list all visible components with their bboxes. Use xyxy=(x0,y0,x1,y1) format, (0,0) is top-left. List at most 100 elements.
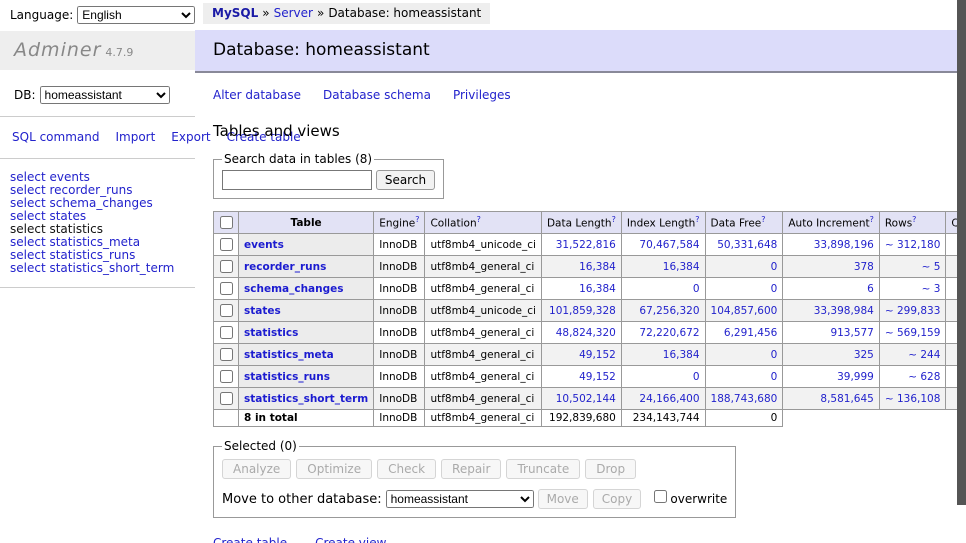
search-button[interactable]: Search xyxy=(376,170,435,190)
column-help-link[interactable]: ? xyxy=(695,215,699,224)
move-row: Move to other database: homeassistantMove… xyxy=(222,487,727,509)
content: Alter databaseDatabase schemaPrivileges … xyxy=(195,88,957,543)
collation-cell: utf8mb4_general_ci xyxy=(425,366,541,388)
column-header-label: Table xyxy=(291,217,322,229)
data-length-cell: 49,152 xyxy=(541,344,621,366)
rows-count-cell: ~ 244 xyxy=(879,344,946,366)
data-free-cell: 104,857,600 xyxy=(705,300,783,322)
breadcrumb-server-link[interactable]: Server xyxy=(274,6,313,20)
row-checkbox-statistics_runs[interactable] xyxy=(220,370,233,383)
table-row-statistics_meta: statistics_metaInnoDButf8mb4_general_ci4… xyxy=(214,344,966,366)
row-checkbox-recorder_runs[interactable] xyxy=(220,260,233,273)
index-length-cell: 67,256,320 xyxy=(621,300,705,322)
column-header-collation: Collation? xyxy=(425,212,541,234)
table-name-cell: statistics xyxy=(239,322,374,344)
breadcrumb-separator: » xyxy=(262,6,269,20)
column-help-link[interactable]: ? xyxy=(870,215,874,224)
table-header-row: TableEngine?Collation?Data Length?Index … xyxy=(214,212,966,234)
data-free-cell: 0 xyxy=(705,344,783,366)
repair-button[interactable]: Repair xyxy=(441,459,501,479)
overwrite-checkbox[interactable] xyxy=(654,490,667,503)
row-checkbox-schema_changes[interactable] xyxy=(220,282,233,295)
table-name-cell: statistics_short_term xyxy=(239,388,374,410)
select-all-checkbox[interactable] xyxy=(220,216,233,229)
table-name-cell: statistics_runs xyxy=(239,366,374,388)
table-row-statistics_short_term: statistics_short_termInnoDButf8mb4_gener… xyxy=(214,388,966,410)
move-db-select[interactable]: homeassistant xyxy=(386,490,534,508)
sidebar-divider xyxy=(0,287,195,288)
column-header-auto-increment: Auto Increment? xyxy=(783,212,880,234)
column-header-label: Engine xyxy=(379,218,415,230)
sidebar-link-sql-command[interactable]: SQL command xyxy=(12,130,99,144)
table-link-recorder_runs[interactable]: recorder_runs xyxy=(244,261,326,273)
sidebar-select-statistics_short_term[interactable]: select statistics_short_term xyxy=(10,262,195,275)
table-link-statistics_short_term[interactable]: statistics_short_term xyxy=(244,393,368,405)
sidebar-link-import[interactable]: Import xyxy=(115,130,155,144)
sidebar: Language:English Adminer4.7.9 DB:homeass… xyxy=(0,0,195,543)
column-header-label: Index Length xyxy=(627,218,695,230)
app-logo-strip: Adminer4.7.9 xyxy=(0,31,195,70)
check-button[interactable]: Check xyxy=(377,459,436,479)
vertical-scrollbar[interactable] xyxy=(957,0,966,543)
table-row-schema_changes: schema_changesInnoDButf8mb4_general_ci16… xyxy=(214,278,966,300)
column-header-data-free: Data Free? xyxy=(705,212,783,234)
page-title-bar: Database: homeassistant xyxy=(195,30,957,73)
table-link-events[interactable]: events xyxy=(244,239,284,251)
table-link-states[interactable]: states xyxy=(244,305,281,317)
link-privileges[interactable]: Privileges xyxy=(453,88,511,102)
column-help-link[interactable]: ? xyxy=(612,215,616,224)
move-label: Move to other database: xyxy=(222,492,382,507)
column-help-link[interactable]: ? xyxy=(912,215,916,224)
auto-increment-cell: 33,398,984 xyxy=(783,300,880,322)
index-length-cell: 16,384 xyxy=(621,344,705,366)
optimize-button[interactable]: Optimize xyxy=(296,459,372,479)
row-checkbox-statistics_short_term[interactable] xyxy=(220,392,233,405)
database-action-links: Alter database Database schema Privileges xyxy=(213,88,957,102)
copy-button[interactable]: Copy xyxy=(593,489,641,509)
column-help-link[interactable]: ? xyxy=(477,215,481,224)
app-version: 4.7.9 xyxy=(105,46,133,59)
scrollbar-thumb[interactable] xyxy=(957,0,966,505)
drop-button[interactable]: Drop xyxy=(585,459,636,479)
column-help-link[interactable]: ? xyxy=(761,215,765,224)
row-checkbox-statistics_meta[interactable] xyxy=(220,348,233,361)
column-header-rows: Rows? xyxy=(879,212,946,234)
table-name-cell: statistics_meta xyxy=(239,344,374,366)
table-link-statistics_meta[interactable]: statistics_meta xyxy=(244,349,334,361)
overwrite-option: overwrite xyxy=(650,492,727,506)
search-input[interactable] xyxy=(222,170,372,190)
link-database-schema[interactable]: Database schema xyxy=(323,88,431,102)
overwrite-label: overwrite xyxy=(670,492,727,506)
move-button[interactable]: Move xyxy=(538,489,588,509)
truncate-button[interactable]: Truncate xyxy=(506,459,580,479)
analyze-button[interactable]: Analyze xyxy=(222,459,291,479)
table-link-schema_changes[interactable]: schema_changes xyxy=(244,283,344,295)
db-select[interactable]: homeassistant xyxy=(40,86,170,104)
table-link-statistics_runs[interactable]: statistics_runs xyxy=(244,371,330,383)
breadcrumb-current-page: Database: homeassistant xyxy=(328,6,481,20)
link-create-view[interactable]: Create view xyxy=(315,536,386,543)
total-index-length-cell: 234,143,744 xyxy=(621,410,705,427)
language-select[interactable]: English xyxy=(77,6,195,24)
rows-count-cell: ~ 299,833 xyxy=(879,300,946,322)
select-all-cell xyxy=(214,212,239,234)
row-checkbox-states[interactable] xyxy=(220,304,233,317)
data-length-cell: 10,502,144 xyxy=(541,388,621,410)
collation-cell: utf8mb4_unicode_ci xyxy=(425,234,541,256)
table-row-statistics_runs: statistics_runsInnoDButf8mb4_general_ci4… xyxy=(214,366,966,388)
auto-increment-cell: 325 xyxy=(783,344,880,366)
table-link-statistics[interactable]: statistics xyxy=(244,327,298,339)
breadcrumb-mysql-link[interactable]: MySQL xyxy=(212,6,258,20)
row-select-cell xyxy=(214,256,239,278)
collation-cell: utf8mb4_unicode_ci xyxy=(425,300,541,322)
link-create-table[interactable]: Create table xyxy=(213,536,287,543)
row-checkbox-events[interactable] xyxy=(220,238,233,251)
index-length-cell: 0 xyxy=(621,366,705,388)
table-name-cell: states xyxy=(239,300,374,322)
column-help-link[interactable]: ? xyxy=(415,215,419,224)
data-free-cell: 0 xyxy=(705,366,783,388)
row-checkbox-statistics[interactable] xyxy=(220,326,233,339)
link-alter-database[interactable]: Alter database xyxy=(213,88,301,102)
data-length-cell: 31,522,816 xyxy=(541,234,621,256)
data-free-cell: 0 xyxy=(705,256,783,278)
